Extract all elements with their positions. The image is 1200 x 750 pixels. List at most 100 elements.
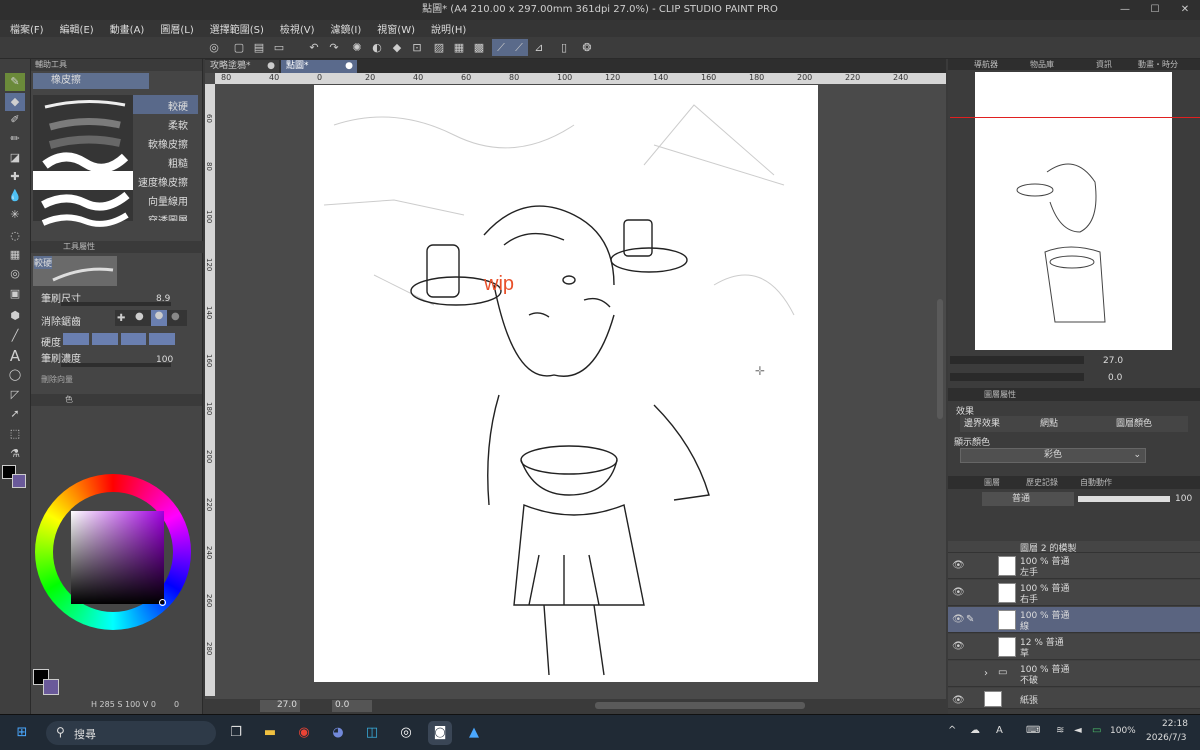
- keyboard-icon[interactable]: ⌨: [1026, 725, 1040, 736]
- menu-window[interactable]: 視窗(W): [377, 21, 415, 36]
- angle-value[interactable]: 0.0: [332, 700, 372, 712]
- chevron-up-icon[interactable]: ^: [948, 725, 956, 736]
- close-button[interactable]: ✕: [1170, 0, 1200, 20]
- companion-icon[interactable]: ❂: [578, 39, 596, 56]
- layer-row[interactable]: 👁 100 % 普通 左手: [948, 553, 1200, 579]
- background-color-swatch[interactable]: [12, 474, 26, 488]
- tab-document-2[interactable]: 點圖* ●: [281, 60, 357, 73]
- border-effect-button[interactable]: 邊界效果: [960, 416, 1036, 432]
- clear-icon[interactable]: ◐: [368, 39, 386, 56]
- tab-item-bank[interactable]: 物品庫: [1030, 59, 1054, 70]
- brush-size-slider[interactable]: [61, 302, 171, 306]
- maximize-button[interactable]: ☐: [1140, 0, 1170, 20]
- tab-auto-action[interactable]: 自動動作: [1080, 477, 1112, 488]
- fill-icon[interactable]: ◆: [388, 39, 406, 56]
- saturation-value-square[interactable]: [71, 511, 164, 604]
- menu-selection[interactable]: 選擇範圍(S): [210, 21, 264, 36]
- tab-layer[interactable]: 圖層: [984, 477, 1000, 488]
- transform-icon[interactable]: ⊡: [408, 39, 426, 56]
- tab-document-1[interactable]: 攻略塗鴉* ●: [205, 60, 279, 73]
- opacity-value[interactable]: 100: [1175, 494, 1192, 504]
- ime-indicator[interactable]: A: [996, 725, 1003, 736]
- blend-mode-select[interactable]: 普通: [982, 492, 1074, 506]
- volume-icon[interactable]: ◄: [1074, 725, 1082, 736]
- tone-button[interactable]: 網點: [1036, 416, 1112, 432]
- spiral-icon[interactable]: ◎: [5, 265, 25, 283]
- layer-move-icon[interactable]: ⬢: [5, 307, 25, 325]
- undo-icon[interactable]: ↶: [305, 39, 323, 56]
- snap-grid-icon[interactable]: ⊿: [530, 39, 548, 56]
- layer-row-selected[interactable]: 👁 ✎ 100 % 普通線: [948, 607, 1200, 633]
- discord-icon[interactable]: ◕: [326, 721, 350, 745]
- display-color-select[interactable]: 彩色 ⌄: [960, 448, 1146, 463]
- menu-help[interactable]: 說明(H): [431, 21, 466, 36]
- tab-animation[interactable]: 動畫・時分: [1138, 59, 1178, 70]
- color-picker-handle[interactable]: [159, 599, 166, 606]
- taskbar-search[interactable]: ⚲ 搜尋: [46, 721, 216, 745]
- fill-bucket-icon[interactable]: ◪: [5, 149, 25, 167]
- eye-icon[interactable]: 👁: [952, 560, 965, 571]
- horizontal-scrollbar[interactable]: [595, 702, 805, 709]
- crop-icon[interactable]: ▩: [470, 39, 488, 56]
- lasso-icon[interactable]: ◌: [5, 227, 25, 245]
- onedrive-icon[interactable]: ☁: [970, 725, 980, 736]
- layer-row[interactable]: 👁 12 % 普通草: [948, 634, 1200, 660]
- canvas-paper[interactable]: wip: [314, 85, 818, 682]
- eraser-group-tab[interactable]: 橡皮擦: [33, 73, 149, 89]
- menu-layer[interactable]: 圖層(L): [160, 21, 193, 36]
- layer-color-button[interactable]: 圖層顏色: [1112, 416, 1188, 432]
- photos-icon[interactable]: ▲: [462, 721, 486, 745]
- pen-icon[interactable]: ✎: [5, 73, 25, 91]
- minimize-button[interactable]: —: [1110, 0, 1140, 20]
- opacity-slider[interactable]: [1078, 496, 1170, 502]
- redo-icon[interactable]: ↷: [325, 39, 343, 56]
- pencil-icon[interactable]: ✏: [5, 130, 25, 148]
- eyedropper-icon[interactable]: ⚗: [5, 445, 25, 463]
- vertical-scrollbar[interactable]: [937, 299, 943, 419]
- brush-icon[interactable]: ✐: [5, 111, 25, 129]
- tab-info[interactable]: 資訊: [1096, 59, 1112, 70]
- sparkle-icon[interactable]: ✳: [5, 206, 25, 224]
- menu-file[interactable]: 檔案(F): [10, 21, 44, 36]
- text-icon[interactable]: A: [5, 347, 25, 365]
- nav-zoom-slider[interactable]: [950, 356, 1084, 364]
- layer-folder-row[interactable]: › ▭ 100 % 普通 不破: [948, 661, 1200, 687]
- open-file-icon[interactable]: ▤: [250, 39, 268, 56]
- navigator-preview[interactable]: [950, 72, 1200, 350]
- hardness-slider[interactable]: [63, 333, 175, 345]
- ruler-icon[interactable]: ◸: [5, 386, 25, 404]
- color-panel-tab[interactable]: 色: [35, 395, 73, 404]
- clock-time[interactable]: 22:18: [1162, 719, 1188, 729]
- object-select-icon[interactable]: ➚: [5, 405, 25, 423]
- tab-navigator[interactable]: 導航器: [974, 59, 998, 70]
- deselect-icon[interactable]: ▨: [430, 39, 448, 56]
- plus-icon[interactable]: ✚: [5, 168, 25, 186]
- save-icon[interactable]: ▭: [270, 39, 288, 56]
- tab-history[interactable]: 歷史記錄: [1026, 477, 1058, 488]
- eye-icon[interactable]: 👁: [952, 614, 965, 625]
- blend-icon[interactable]: 💧: [5, 187, 25, 205]
- menu-animation[interactable]: 動畫(A): [110, 21, 145, 36]
- menu-edit[interactable]: 編輯(E): [60, 21, 94, 36]
- chrome-icon[interactable]: ◉: [292, 721, 316, 745]
- sub-color-swatch[interactable]: [43, 679, 59, 695]
- menu-view[interactable]: 檢視(V): [280, 21, 315, 36]
- clip-studio-paint-taskbar-icon[interactable]: ◙: [428, 721, 452, 745]
- loading-icon[interactable]: ✺: [348, 39, 366, 56]
- file-explorer-icon[interactable]: ▬: [258, 721, 282, 745]
- layer-row-paper[interactable]: 👁 紙張: [948, 688, 1200, 709]
- wifi-icon[interactable]: ≋: [1056, 725, 1064, 736]
- task-view-icon[interactable]: ❐: [224, 721, 248, 745]
- grid-frame-icon[interactable]: ▦: [5, 246, 25, 264]
- density-slider[interactable]: [61, 363, 171, 367]
- nav-angle-slider[interactable]: [950, 373, 1084, 381]
- invert-selection-icon[interactable]: ▦: [450, 39, 468, 56]
- eye-icon[interactable]: 👁: [952, 587, 965, 598]
- battery-icon[interactable]: ▭: [1092, 725, 1101, 736]
- app-icon[interactable]: ◫: [360, 721, 384, 745]
- line-icon[interactable]: ╱: [5, 327, 25, 345]
- layer-row[interactable]: 圖層 2 的模製: [948, 541, 1200, 554]
- expand-arrow-icon[interactable]: ›: [984, 668, 988, 679]
- smartphone-icon[interactable]: ▯: [555, 39, 573, 56]
- eraser-icon[interactable]: ◆: [5, 93, 25, 111]
